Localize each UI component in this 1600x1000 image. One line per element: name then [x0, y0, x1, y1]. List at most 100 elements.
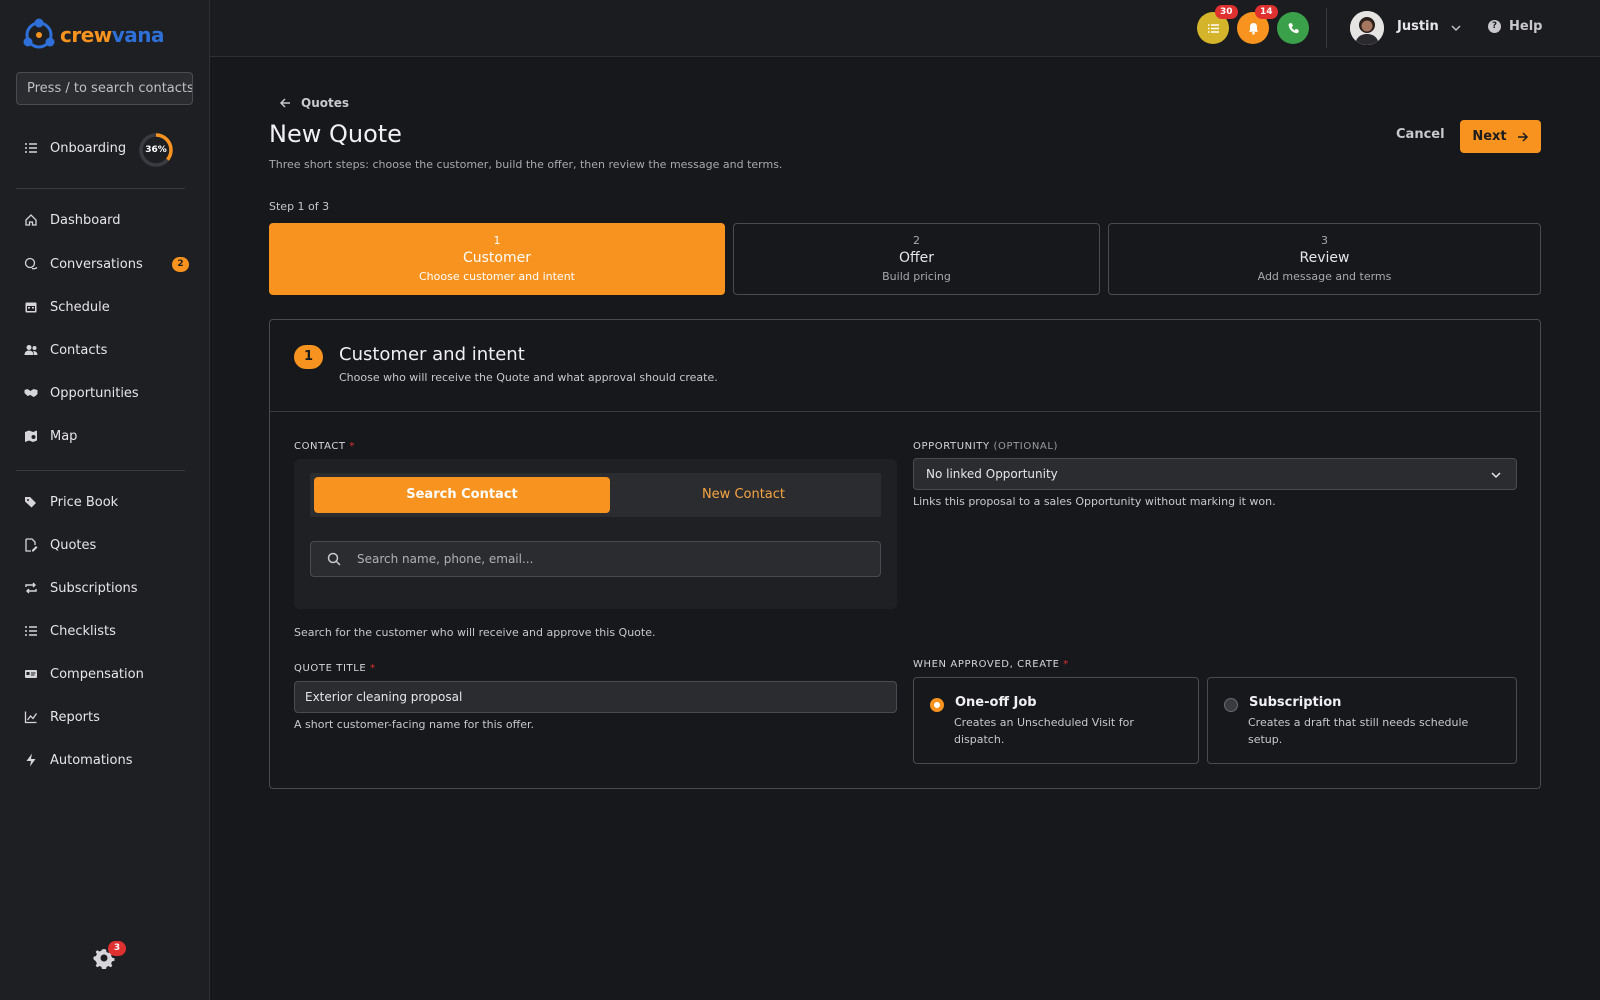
crewvana-logo-icon	[22, 18, 56, 52]
back-link[interactable]: Quotes	[279, 96, 349, 110]
when-approved-label: WHEN APPROVED, CREATE *	[913, 659, 1069, 670]
sidebar-item-label: Reports	[50, 709, 100, 725]
checklist-icon	[24, 141, 38, 155]
option-title: One-off Job	[955, 695, 1037, 710]
quote-title-input[interactable]: Exterior cleaning proposal	[294, 681, 897, 713]
sidebar-item-schedule[interactable]: Schedule	[24, 295, 189, 319]
topbar-divider	[1326, 8, 1327, 48]
contact-help-text: Search for the customer who will receive…	[294, 626, 656, 639]
step-description: Choose customer and intent	[419, 270, 575, 283]
one-off-job-option[interactable]: One-off Job Creates an Unscheduled Visit…	[913, 677, 1199, 764]
sidebar-item-contacts[interactable]: Contacts	[24, 338, 189, 362]
opportunity-value: No linked Opportunity	[926, 467, 1058, 481]
sidebar-item-dashboard[interactable]: Dashboard	[24, 208, 189, 232]
back-label: Quotes	[301, 96, 350, 110]
step-name: Offer	[898, 250, 935, 266]
sidebar-item-label: Checklists	[50, 623, 116, 639]
sidebar-item-reports[interactable]: Reports	[24, 705, 189, 729]
sidebar-search-input[interactable]: Press / to search contacts	[16, 72, 193, 105]
cancel-button[interactable]: Cancel	[1396, 127, 1445, 142]
sidebar-item-label: Map	[50, 428, 78, 444]
sidebar-item-label: Automations	[50, 752, 133, 768]
next-button[interactable]: Next	[1460, 120, 1541, 153]
new-contact-tab[interactable]: New Contact	[610, 477, 877, 513]
contact-label: CONTACT *	[294, 441, 356, 452]
checklist-icon	[24, 624, 38, 638]
sidebar-item-label: Compensation	[50, 666, 144, 682]
option-description: Creates an Unscheduled Visit for dispatc…	[954, 716, 1134, 746]
contact-search-field[interactable]	[310, 541, 881, 577]
step-name: Customer	[462, 250, 531, 266]
page-subtitle: Three short steps: choose the customer, …	[269, 158, 783, 171]
step-offer[interactable]: 2 Offer Build pricing	[733, 223, 1100, 295]
radio-unselected[interactable]	[1224, 698, 1238, 712]
search-contact-tab[interactable]: Search Contact	[314, 477, 610, 513]
sidebar-item-label: Price Book	[50, 494, 119, 510]
step-number: 2	[913, 234, 920, 247]
bell-icon	[1248, 22, 1258, 34]
bolt-icon	[24, 753, 38, 767]
list-icon	[1207, 23, 1219, 33]
opportunity-label: OPPORTUNITY (OPTIONAL)	[913, 441, 1059, 452]
sidebar-item-quotes[interactable]: Quotes	[24, 533, 189, 557]
tasks-badge: 30	[1215, 5, 1238, 19]
radio-selected[interactable]	[930, 698, 944, 712]
settings-badge: 3	[108, 941, 126, 956]
arrow-left-icon	[279, 98, 290, 108]
quote-title-label: QUOTE TITLE *	[294, 663, 376, 674]
home-icon	[24, 213, 38, 227]
sidebar-item-automations[interactable]: Automations	[24, 748, 189, 772]
option-title: Subscription	[1249, 695, 1342, 710]
search-icon	[327, 552, 341, 566]
subscription-option[interactable]: Subscription Creates a draft that still …	[1207, 677, 1517, 764]
sidebar-item-checklists[interactable]: Checklists	[24, 619, 189, 643]
section-number-badge: 1	[294, 345, 323, 369]
sidebar-item-price-book[interactable]: Price Book	[24, 490, 189, 514]
chevron-down-icon[interactable]	[1450, 22, 1462, 34]
chat-icon	[24, 257, 38, 271]
chart-line-icon	[24, 710, 38, 724]
step-customer[interactable]: 1 Customer Choose customer and intent	[269, 223, 725, 295]
sidebar-divider	[16, 188, 185, 189]
step-indicator: Step 1 of 3	[269, 200, 330, 213]
contact-picker: Search Contact New Contact	[294, 459, 897, 609]
opportunity-select[interactable]: No linked Opportunity	[913, 458, 1517, 490]
phone-button[interactable]	[1277, 12, 1309, 44]
sidebar-item-subscriptions[interactable]: Subscriptions	[24, 576, 189, 600]
opportunity-help-text: Links this proposal to a sales Opportuni…	[913, 495, 1276, 508]
help-icon: ?	[1488, 20, 1501, 33]
phone-icon	[1288, 22, 1299, 33]
id-card-icon	[24, 667, 38, 681]
user-name[interactable]: Justin	[1397, 19, 1439, 34]
sidebar-item-label: Quotes	[50, 537, 97, 553]
sidebar-item-label: Dashboard	[50, 212, 121, 228]
map-icon	[24, 429, 38, 443]
avatar[interactable]	[1350, 11, 1384, 45]
page-title: New Quote	[269, 120, 402, 148]
logo[interactable]: crewvana	[22, 18, 165, 52]
sidebar-item-conversations[interactable]: Conversations 2	[24, 252, 189, 276]
help-link[interactable]: ? Help	[1488, 19, 1542, 34]
sidebar-item-opportunities[interactable]: Opportunities	[24, 381, 189, 405]
sidebar-item-label: Schedule	[50, 299, 110, 315]
calendar-icon	[24, 300, 38, 314]
sidebar-item-compensation[interactable]: Compensation	[24, 662, 189, 686]
sidebar: crewvana Press / to search contacts Onbo…	[0, 0, 210, 1000]
logo-text: crewvana	[60, 23, 165, 47]
tags-icon	[24, 495, 38, 509]
sidebar-item-label: Conversations	[50, 256, 143, 272]
section-title: Customer and intent	[339, 344, 525, 365]
step-description: Add message and terms	[1257, 270, 1392, 283]
sidebar-item-map[interactable]: Map	[24, 424, 189, 448]
users-icon	[24, 343, 38, 357]
step-review[interactable]: 3 Review Add message and terms	[1108, 223, 1541, 295]
contact-search-input[interactable]	[357, 552, 837, 566]
next-label: Next	[1472, 129, 1507, 144]
notifications-badge: 14	[1255, 5, 1278, 19]
customer-intent-panel: 1 Customer and intent Choose who will re…	[269, 319, 1541, 789]
option-description: Creates a draft that still needs schedul…	[1248, 716, 1469, 746]
section-subtitle: Choose who will receive the Quote and wh…	[339, 371, 718, 384]
sidebar-item-label: Opportunities	[50, 385, 139, 401]
sidebar-item-label: Contacts	[50, 342, 108, 358]
section-divider	[270, 411, 1540, 412]
